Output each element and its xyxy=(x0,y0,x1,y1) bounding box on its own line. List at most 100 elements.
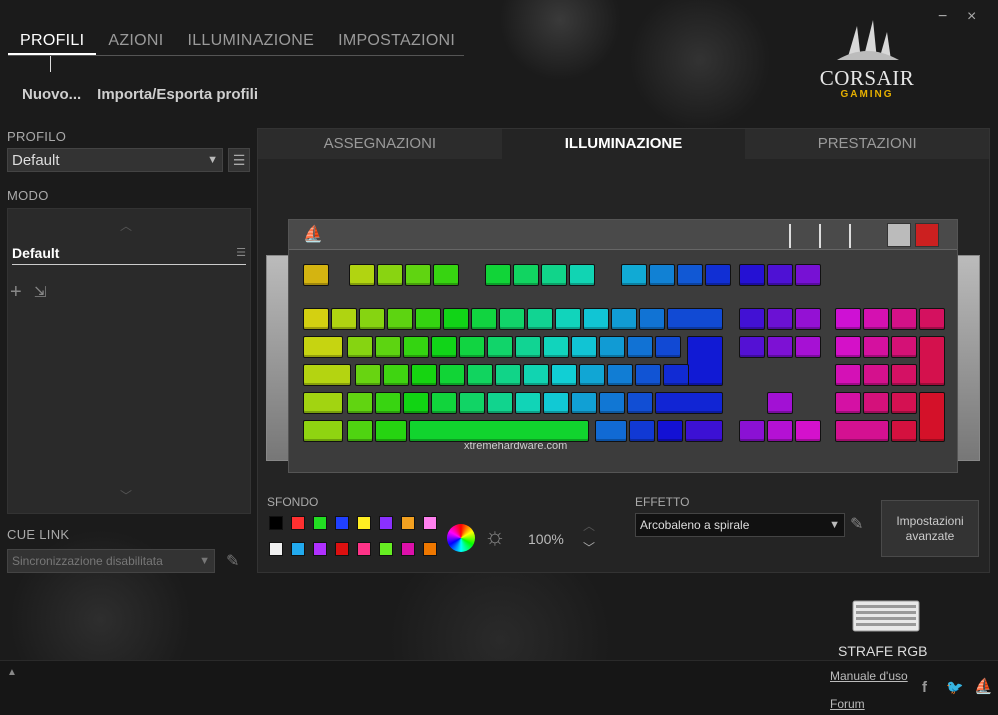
keyboard-key[interactable] xyxy=(657,420,683,442)
keyboard-key[interactable] xyxy=(495,364,521,386)
keyboard-key[interactable] xyxy=(595,420,627,442)
color-swatch[interactable] xyxy=(379,516,393,530)
keyboard-key[interactable] xyxy=(627,336,653,358)
keyboard-key[interactable] xyxy=(303,336,343,358)
keyboard-key[interactable] xyxy=(863,336,889,358)
keyboard-key[interactable] xyxy=(795,336,821,358)
edit-pencil-icon[interactable]: ✎ xyxy=(850,514,863,534)
keyboard-key[interactable] xyxy=(403,336,429,358)
expand-up-icon[interactable]: ▲ xyxy=(7,667,17,678)
keyboard-key[interactable] xyxy=(919,392,945,442)
corsair-social-icon[interactable]: ⛵ xyxy=(974,677,993,695)
keyboard-key[interactable] xyxy=(583,308,609,330)
keyboard-key[interactable] xyxy=(655,336,681,358)
keyboard-key[interactable] xyxy=(347,420,373,442)
keyboard-key[interactable] xyxy=(303,364,351,386)
keyboard-key[interactable] xyxy=(439,364,465,386)
keyboard-key[interactable] xyxy=(331,308,357,330)
color-wheel[interactable] xyxy=(447,524,475,552)
keyboard-key[interactable] xyxy=(347,336,373,358)
keyboard-key[interactable] xyxy=(767,420,793,442)
keyboard-key[interactable] xyxy=(405,264,431,286)
keyboard-key[interactable] xyxy=(687,336,723,386)
color-swatch[interactable] xyxy=(269,516,283,530)
keyboard-key[interactable] xyxy=(835,392,861,414)
keyboard-key[interactable] xyxy=(863,392,889,414)
keyboard-key[interactable] xyxy=(891,336,917,358)
keyboard-key[interactable] xyxy=(795,264,821,286)
keyboard-key[interactable] xyxy=(459,336,485,358)
keyboard-key[interactable] xyxy=(891,420,917,442)
brightness-button[interactable] xyxy=(887,223,911,247)
keyboard-key[interactable] xyxy=(607,364,633,386)
keyboard-key[interactable] xyxy=(627,392,653,414)
minimize-button[interactable]: − xyxy=(938,8,947,26)
mode-item[interactable]: Default ☰ xyxy=(12,241,246,265)
keyboard-key[interactable] xyxy=(515,392,541,414)
keyboard-key[interactable] xyxy=(649,264,675,286)
color-swatch[interactable] xyxy=(313,542,327,556)
color-swatch[interactable] xyxy=(423,542,437,556)
color-swatch[interactable] xyxy=(335,542,349,556)
new-profile-button[interactable]: Nuovo... xyxy=(22,86,81,103)
keyboard-key[interactable] xyxy=(835,420,889,442)
keyboard-key[interactable] xyxy=(621,264,647,286)
keyboard-key[interactable] xyxy=(349,264,375,286)
keyboard-key[interactable] xyxy=(487,336,513,358)
add-mode-icon[interactable]: + xyxy=(10,281,22,304)
keyboard-key[interactable] xyxy=(739,308,765,330)
hamburger-icon[interactable]: ☰ xyxy=(236,246,246,259)
keyboard-key[interactable] xyxy=(579,364,605,386)
keyboard-key[interactable] xyxy=(359,308,385,330)
scroll-down-icon[interactable]: ﹀ xyxy=(120,487,132,504)
keyboard-key[interactable] xyxy=(499,308,525,330)
keyboard-key[interactable] xyxy=(347,392,373,414)
tab-illuminazione[interactable]: ILLUMINAZIONE xyxy=(501,129,746,159)
import-export-button[interactable]: Importa/Esporta profili xyxy=(97,86,258,103)
keyboard-key[interactable] xyxy=(571,336,597,358)
keyboard-key[interactable] xyxy=(891,364,917,386)
keyboard-preview[interactable]: ⛵ xtremehardware.com xyxy=(288,219,958,473)
keyboard-key[interactable] xyxy=(611,308,637,330)
keyboard-key[interactable] xyxy=(543,392,569,414)
keyboard-key[interactable] xyxy=(303,264,329,286)
keyboard-key[interactable] xyxy=(629,420,655,442)
keyboard-key[interactable] xyxy=(303,420,343,442)
keyboard-key[interactable] xyxy=(739,264,765,286)
forum-link[interactable]: Forum xyxy=(830,697,865,711)
keyboard-key[interactable] xyxy=(433,264,459,286)
brightness-down-icon[interactable]: ﹀ xyxy=(583,539,595,556)
keyboard-key[interactable] xyxy=(375,392,401,414)
keyboard-key[interactable] xyxy=(677,264,703,286)
color-swatch[interactable] xyxy=(357,516,371,530)
keyboard-key[interactable] xyxy=(515,336,541,358)
keyboard-key[interactable] xyxy=(599,392,625,414)
tab-prestazioni[interactable]: PRESTAZIONI xyxy=(745,129,990,159)
color-swatch[interactable] xyxy=(401,516,415,530)
keyboard-key[interactable] xyxy=(795,308,821,330)
twitter-icon[interactable]: 🐦 xyxy=(946,679,963,696)
keyboard-key[interactable] xyxy=(543,336,569,358)
keyboard-key[interactable] xyxy=(891,392,917,414)
close-button[interactable]: × xyxy=(967,8,976,26)
keyboard-key[interactable] xyxy=(431,336,457,358)
keyboard-key[interactable] xyxy=(739,420,765,442)
keyboard-key[interactable] xyxy=(767,392,793,414)
keyboard-key[interactable] xyxy=(431,392,457,414)
keyboard-key[interactable] xyxy=(655,392,723,414)
keyboard-key[interactable] xyxy=(571,392,597,414)
keyboard-key[interactable] xyxy=(487,392,513,414)
keyboard-key[interactable] xyxy=(355,364,381,386)
keyboard-key[interactable] xyxy=(527,308,553,330)
keyboard-key[interactable] xyxy=(415,308,441,330)
color-swatch[interactable] xyxy=(335,516,349,530)
keyboard-key[interactable] xyxy=(635,364,661,386)
keyboard-key[interactable] xyxy=(443,308,469,330)
keyboard-key[interactable] xyxy=(513,264,539,286)
keyboard-key[interactable] xyxy=(685,420,723,442)
color-swatch[interactable] xyxy=(401,542,415,556)
keyboard-key[interactable] xyxy=(667,308,723,330)
keyboard-key[interactable] xyxy=(835,364,861,386)
keyboard-device-icon[interactable] xyxy=(852,600,920,632)
nav-tab-profili[interactable]: PROFILI xyxy=(8,30,97,55)
